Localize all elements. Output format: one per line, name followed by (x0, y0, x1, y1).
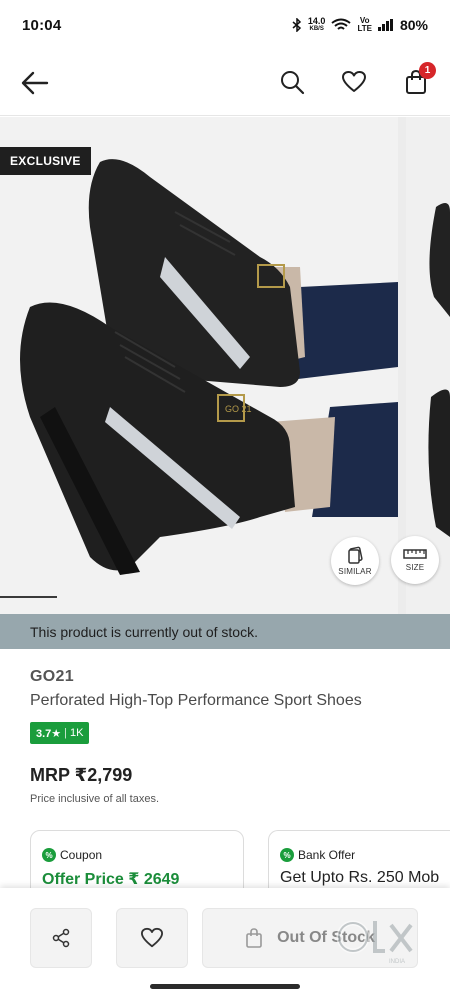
cart-count-badge: 1 (419, 62, 436, 79)
shoe-logo-text: GO 21 (225, 404, 252, 414)
home-gesture-bar[interactable] (150, 984, 300, 989)
cart-button[interactable]: 1 (398, 62, 436, 100)
carousel-indicator (0, 596, 57, 598)
similar-label: SIMILAR (338, 567, 372, 576)
rating-value: 3.7★ (36, 727, 62, 740)
brand-name[interactable]: GO21 (30, 668, 74, 686)
wishlist-bottom-button[interactable] (116, 908, 188, 968)
percent-icon: % (280, 848, 294, 862)
rating-separator: | (64, 727, 68, 739)
out-of-stock-banner: This product is currently out of stock. (0, 614, 450, 649)
similar-cards-icon (348, 546, 363, 564)
bag-icon (246, 928, 262, 948)
percent-icon: % (42, 848, 56, 862)
product-image-carousel[interactable]: GO 21 EXCLUSIVE SIMILAR SIZE (0, 117, 450, 614)
status-time: 10:04 (22, 16, 62, 34)
bank-offer-value: Get Upto Rs. 250 Mob (280, 869, 440, 886)
product-title: Perforated High-Top Performance Sport Sh… (30, 692, 362, 709)
header-actions: 1 (274, 62, 436, 100)
heart-icon (342, 71, 366, 92)
app-header: 1 (0, 50, 450, 116)
signal-icon (377, 19, 393, 31)
share-icon (52, 928, 70, 948)
coupon-offer-title: Coupon (60, 848, 103, 862)
speed-value: 14.0 (307, 16, 326, 26)
status-indicators: 14.0 KB/S Vo LTE 80% (292, 17, 428, 33)
arrow-left-icon (21, 71, 49, 95)
watermark-subtext: INDIA (389, 959, 405, 965)
speed-unit: KB/S (309, 26, 324, 32)
wifi-icon (331, 18, 352, 30)
tax-note: Price inclusive of all taxes. (30, 793, 159, 805)
rating-badge[interactable]: 3.7★ | 1K (30, 722, 90, 744)
shoe-photo: GO 21 (0, 117, 398, 614)
coupon-offer-value: Offer Price ₹ 2649 (42, 871, 180, 888)
similar-button[interactable]: SIMILAR (331, 537, 379, 585)
ruler-icon (403, 549, 427, 559)
status-bar: 10:04 14.0 KB/S Vo LTE 80% (0, 0, 450, 50)
mrp-price: MRP ₹2,799 (30, 765, 133, 785)
size-label: SIZE (405, 563, 425, 572)
exclusive-badge: EXCLUSIVE (0, 147, 91, 175)
size-button[interactable]: SIZE (391, 536, 439, 584)
back-button[interactable] (18, 66, 52, 100)
search-button[interactable] (274, 64, 310, 100)
bluetooth-icon (292, 18, 302, 32)
coupon-offer-title-row: % Coupon (42, 848, 243, 862)
olx-watermark: INDIA (336, 920, 413, 965)
heart-icon (141, 927, 163, 948)
network-speed: 14.0 KB/S (308, 17, 326, 33)
bank-offer-title-row: % Bank Offer (280, 848, 450, 862)
wishlist-button[interactable] (336, 64, 372, 100)
bank-offer-title: Bank Offer (298, 848, 356, 862)
rating-count: 1K (70, 727, 84, 739)
volte-indicator: Vo LTE (357, 16, 372, 33)
share-button[interactable] (30, 908, 92, 968)
search-icon (281, 71, 305, 95)
battery-level: 80% (399, 17, 428, 33)
product-image[interactable]: GO 21 EXCLUSIVE SIMILAR (0, 117, 398, 614)
